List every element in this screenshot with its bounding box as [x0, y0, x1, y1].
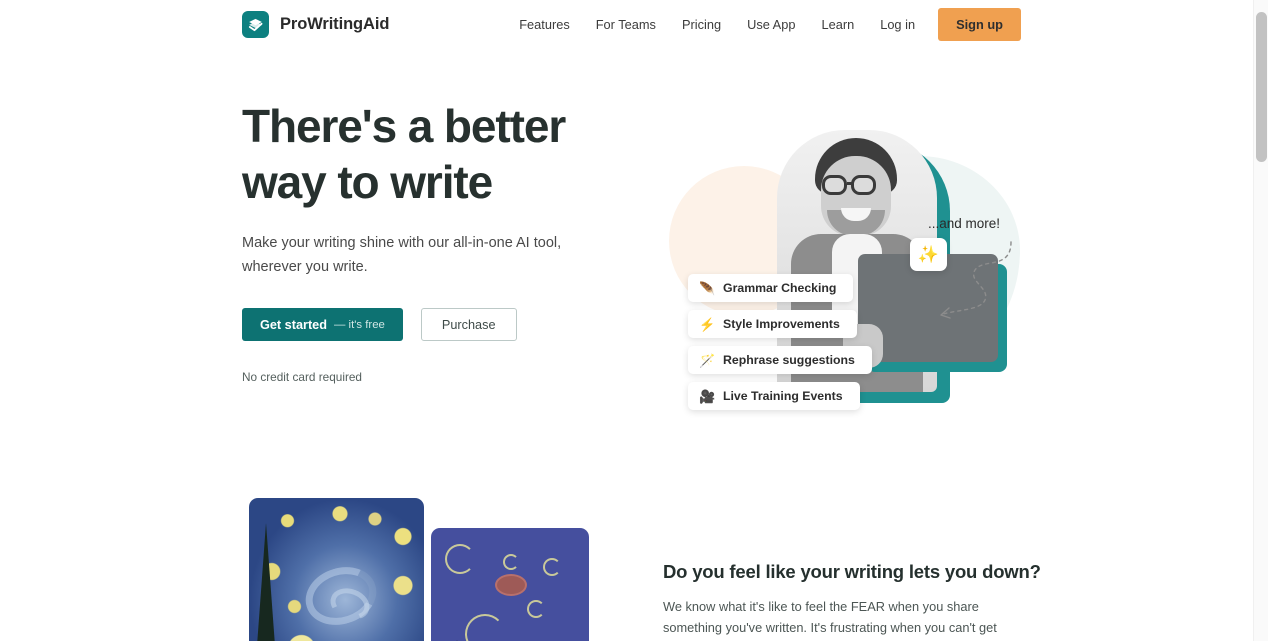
site-header: ProWritingAid Features For Teams Pricing…: [0, 0, 1253, 48]
hero-title: There's a better way to write: [242, 100, 566, 209]
spiral-doodle: [465, 614, 505, 641]
spiral-doodle: [527, 600, 545, 618]
artwork-comparison: My idea in my head: [249, 498, 589, 641]
hero-actions: Get started — it's free Purchase: [242, 308, 642, 342]
simple-drawing-card: [431, 528, 589, 641]
nav-item-pricing[interactable]: Pricing: [669, 11, 734, 38]
no-credit-card-note: No credit card required: [242, 370, 362, 385]
cypress-tree: [255, 523, 277, 641]
lower-copy: Do you feel like your writing lets you d…: [663, 561, 1041, 641]
purchase-button[interactable]: Purchase: [420, 308, 517, 342]
lightning-bolt-icon: ⚡: [699, 316, 716, 332]
nav-item-for-teams[interactable]: For Teams: [583, 11, 669, 38]
and-more-callout: ...and more!: [928, 216, 1001, 231]
prowritingaid-logo-icon: [242, 10, 269, 38]
spiral-doodle: [503, 554, 519, 570]
feature-chip-rephrase-suggestions: 🪄 Rephrase suggestions: [688, 346, 872, 374]
feature-chip-style-improvements: ⚡ Style Improvements: [688, 310, 857, 338]
nav-item-log-in[interactable]: Log in: [867, 11, 928, 38]
person-glasses-left: [822, 175, 847, 195]
sparkles-icon: ✨: [910, 238, 947, 271]
feature-chip-label: Style Improvements: [723, 317, 840, 331]
sign-up-button[interactable]: Sign up: [938, 7, 1021, 41]
person-glasses-bridge: [847, 182, 853, 185]
spiral-doodle: [445, 544, 475, 574]
brand-logo-link[interactable]: ProWritingAid: [242, 10, 390, 38]
hero-copy: There's a better way to write Make your …: [242, 98, 642, 384]
writing-lets-you-down-section: My idea in my head Do you feel like your…: [0, 448, 1253, 641]
scrollbar-thumb[interactable]: [1256, 12, 1267, 162]
movie-camera-icon: 🎥: [699, 388, 716, 404]
primary-navigation: Features For Teams Pricing Use App Learn…: [506, 7, 1021, 41]
nav-item-features[interactable]: Features: [506, 11, 583, 38]
person-glasses-right: [851, 175, 876, 195]
feature-chip-label: Rephrase suggestions: [723, 353, 855, 367]
magic-wand-icon: 🪄: [699, 352, 716, 368]
feature-chip-grammar-checking: 🪶 Grammar Checking: [688, 274, 854, 302]
feature-chip-label: Live Training Events: [723, 389, 843, 403]
hero-subtitle: Make your writing shine with our all-in-…: [242, 235, 562, 275]
feature-chip-label: Grammar Checking: [723, 281, 837, 295]
starry-night-painting: [249, 498, 424, 641]
get-started-label: Get started: [260, 317, 327, 332]
get-started-suffix: — it's free: [333, 318, 385, 331]
lower-section-body: We know what it's like to feel the FEAR …: [663, 599, 997, 636]
nav-item-learn[interactable]: Learn: [808, 11, 867, 38]
hero-feature-chips: 🪶 Grammar Checking ⚡ Style Improvements …: [688, 274, 872, 410]
feather-quill-icon: 🪶: [699, 280, 716, 296]
page-viewport: ProWritingAid Features For Teams Pricing…: [0, 0, 1268, 641]
nav-item-use-app[interactable]: Use App: [734, 11, 808, 38]
hero-illustration: ✨ ...and more! 🪶 Grammar Checking ⚡ Styl…: [655, 96, 1035, 431]
sun-doodle: [495, 574, 527, 596]
page-scrollbar[interactable]: [1253, 0, 1268, 641]
feature-chip-live-training-events: 🎥 Live Training Events: [688, 382, 860, 410]
brand-name: ProWritingAid: [280, 14, 390, 33]
get-started-button[interactable]: Get started — it's free: [242, 308, 403, 342]
lower-section-title: Do you feel like your writing lets you d…: [663, 561, 1041, 582]
hero-section: There's a better way to write Make your …: [0, 48, 1253, 448]
spiral-doodle: [543, 558, 561, 576]
